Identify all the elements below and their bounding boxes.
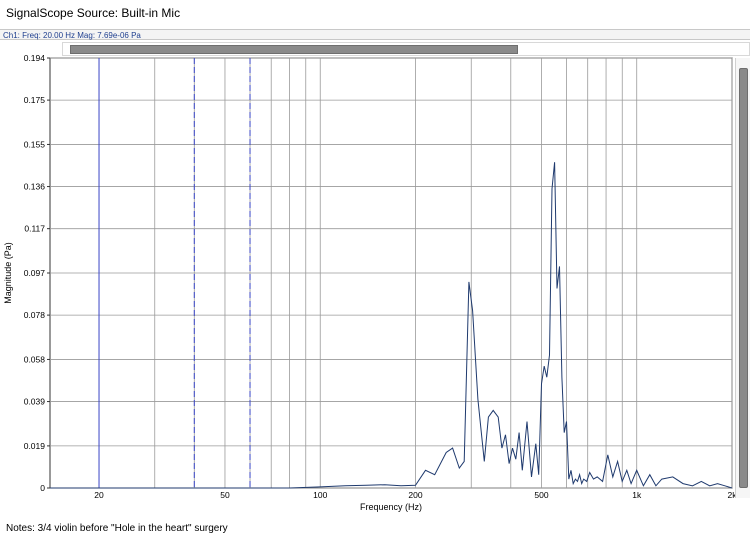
spectrum-chart: 0 0.019 0.039 0.058 0.078 0.097 0.117 0.136 0.15… [3, 53, 737, 512]
y-tick-label: 0.194 [24, 53, 46, 63]
y-tick-label: 0.175 [24, 95, 46, 105]
y-tick-label: 0.117 [24, 224, 45, 234]
x-tick-label: 1k [632, 490, 642, 500]
x-axis-label: Frequency (Hz) [360, 502, 422, 512]
grid-lines [50, 57, 733, 489]
y-tick-label: 0.097 [24, 268, 46, 278]
y-tick-label: 0.058 [24, 354, 46, 364]
y-tick-label: 0 [40, 483, 45, 493]
y-tick-label: 0.078 [24, 310, 46, 320]
y-axis-label: Magnitude (Pa) [3, 242, 13, 304]
vertical-scroll-thumb[interactable] [739, 68, 748, 488]
x-tick-label: 500 [534, 490, 548, 500]
x-tick-labels: 20 50 100 200 500 1k 2k [94, 490, 737, 500]
x-tick-label: 200 [408, 490, 422, 500]
x-tick-label: 50 [220, 490, 230, 500]
notes-text: Notes: 3/4 violin before "Hole in the he… [6, 523, 228, 534]
y-tick-label: 0.136 [24, 182, 46, 192]
x-tick-label: 100 [313, 490, 327, 500]
magnitude-trace [50, 162, 733, 489]
y-tick-label: 0.019 [24, 441, 46, 451]
y-tick-labels: 0 0.019 0.039 0.058 0.078 0.097 0.117 0.136 0.15… [24, 53, 50, 493]
y-tick-label: 0.155 [24, 139, 46, 149]
y-tick-label: 0.039 [24, 397, 46, 407]
vertical-scrollbar[interactable] [735, 58, 750, 498]
x-tick-label: 20 [94, 490, 104, 500]
